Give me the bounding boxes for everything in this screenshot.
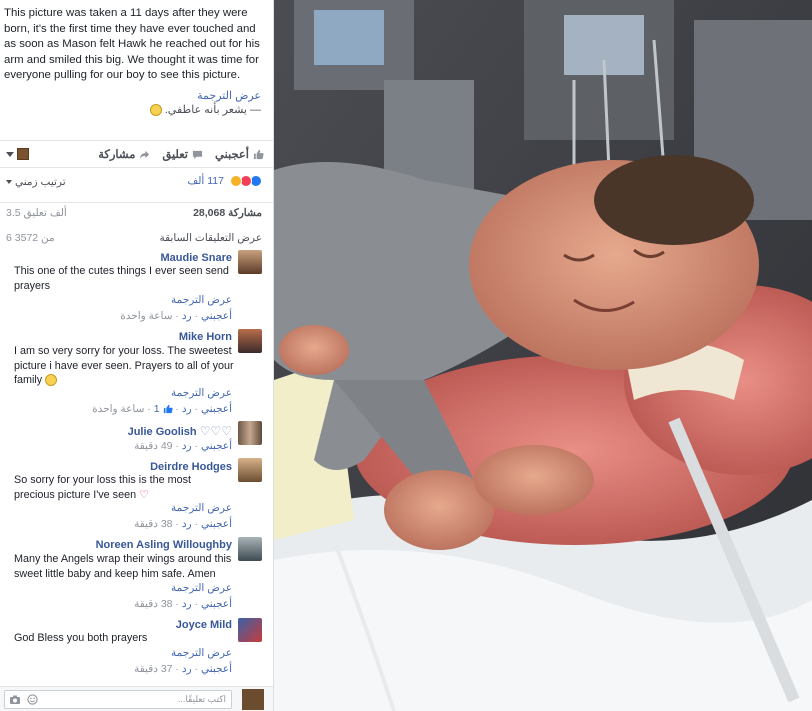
- comment-like-count[interactable]: 1: [151, 403, 173, 415]
- sort-dropdown[interactable]: ترتيب زمني: [6, 176, 66, 188]
- avatar[interactable]: [238, 329, 262, 353]
- sort-label: ترتيب زمني: [15, 176, 66, 188]
- comment-label: تعليق: [162, 149, 188, 161]
- comment-translate-link[interactable]: عرض الترجمة: [171, 294, 232, 306]
- comment-time[interactable]: ساعة واحدة: [120, 310, 172, 322]
- post-text: This picture was taken a 11 days after t…: [4, 7, 260, 82]
- feeling-emoji-icon: [149, 103, 162, 116]
- commenter-name[interactable]: Noreen Asling Willoughby: [96, 539, 232, 551]
- stats-row: 28,068 مشاركة 3.5 ألف تعليق: [0, 202, 273, 220]
- comment-text-body: So sorry for your loss this is the most …: [14, 474, 192, 501]
- share-audience-selector[interactable]: [6, 148, 29, 160]
- smile-emoji-icon: [45, 374, 58, 387]
- comment-time[interactable]: 49 دقيقة: [134, 440, 172, 452]
- comment-count[interactable]: 3.5 ألف تعليق: [6, 207, 67, 219]
- commenter-name[interactable]: Joyce Mild: [176, 619, 232, 631]
- comment-like-link[interactable]: أعجبني: [201, 440, 232, 452]
- comment-like-link[interactable]: أعجبني: [201, 598, 232, 610]
- share-button[interactable]: مشاركة: [98, 147, 150, 161]
- comment-time[interactable]: 38 دقيقة: [134, 598, 172, 610]
- like-icon: [163, 405, 173, 414]
- sad-reaction-icon: [230, 175, 242, 187]
- comment-like-number: 1: [153, 403, 160, 415]
- comment-button[interactable]: تعليق: [162, 147, 203, 161]
- avatar: [242, 689, 264, 710]
- comment-translate-link[interactable]: عرض الترجمة: [171, 387, 232, 399]
- avatar[interactable]: [238, 250, 262, 274]
- post-translate-link[interactable]: عرض الترجمة: [197, 89, 261, 102]
- comment-text: So sorry for your loss this is the most …: [14, 473, 234, 502]
- comment-reply-link[interactable]: رد: [182, 440, 192, 452]
- comment-translate-link[interactable]: عرض الترجمة: [171, 582, 232, 594]
- reaction-summary[interactable]: 117 ألف: [187, 175, 262, 187]
- comment-reply-link[interactable]: رد: [182, 403, 192, 415]
- like-button[interactable]: أعجبني: [215, 147, 264, 161]
- post-photo[interactable]: [274, 0, 812, 711]
- comment-translate-link[interactable]: عرض الترجمة: [171, 502, 232, 514]
- commenter-name-text[interactable]: Julie Goolish: [128, 426, 197, 438]
- comment-time[interactable]: 38 دقيقة: [134, 518, 172, 530]
- post-action-bar: مشاركة تعليق أعجبني: [0, 140, 273, 168]
- comment-text: Many the Angels wrap their wings around …: [14, 553, 232, 580]
- comment-text: God Bless you both prayers: [14, 632, 148, 644]
- comment-reply-link[interactable]: رد: [182, 663, 192, 675]
- commenter-name[interactable]: Deirdre Hodges: [150, 461, 232, 473]
- share-count[interactable]: 28,068 مشاركة: [193, 207, 262, 219]
- post-panel: This picture was taken a 11 days after t…: [0, 0, 274, 711]
- comment-composer: اكتب تعليقًا...: [0, 686, 273, 711]
- comment-meta: أعجبني · رد · 38 دقيقة: [134, 598, 232, 610]
- comment-translate-link[interactable]: عرض الترجمة: [171, 647, 232, 659]
- comment-meta: أعجبني · رد · 49 دقيقة: [134, 440, 232, 452]
- page-avatar: [17, 148, 29, 160]
- comment-reply-link[interactable]: رد: [182, 518, 192, 530]
- like-label: أعجبني: [214, 149, 249, 161]
- comment-input-placeholder: اكتب تعليقًا...: [177, 694, 226, 704]
- comment-like-link[interactable]: أعجبني: [201, 403, 232, 415]
- like-icon: [253, 149, 264, 159]
- heart-icon: ♡: [139, 488, 149, 501]
- composer-tools: [9, 694, 38, 705]
- avatar[interactable]: [238, 421, 262, 445]
- comment-meta: أعجبني · رد · ساعة واحدة: [120, 310, 232, 322]
- commenter-name[interactable]: Maudie Snare: [160, 252, 232, 264]
- comment-icon: [192, 150, 203, 159]
- comment-text: This one of the cutes things I ever seen…: [14, 265, 229, 292]
- avatar[interactable]: [238, 458, 262, 482]
- comment-text: I am so very sorry for your loss. The sw…: [14, 344, 234, 388]
- newborn-twins-photo: [274, 0, 812, 711]
- chevron-down-icon: [6, 180, 12, 184]
- comment-input[interactable]: اكتب تعليقًا...: [4, 690, 232, 709]
- comment-time[interactable]: ساعة واحدة: [92, 403, 144, 415]
- comment-reply-link[interactable]: رد: [182, 310, 192, 322]
- reaction-count: 117 ألف: [187, 175, 224, 187]
- comment-time[interactable]: 37 دقيقة: [134, 663, 172, 675]
- reaction-row: ترتيب زمني 117 ألف: [0, 172, 273, 192]
- comment-like-link[interactable]: أعجبني: [201, 518, 232, 530]
- chevron-down-icon: [6, 151, 14, 157]
- commenter-name[interactable]: Mike Horn: [179, 331, 232, 343]
- camera-icon[interactable]: [9, 694, 21, 705]
- previous-comments-row: عرض التعليقات السابقة 6 من 3572: [0, 230, 273, 246]
- comment-like-link[interactable]: أعجبني: [201, 310, 232, 322]
- comment-reply-link[interactable]: رد: [182, 598, 192, 610]
- post-feeling: — يشعر بأنه عاطفي.: [149, 103, 261, 116]
- comment-meta: أعجبني · رد · 38 دقيقة: [134, 518, 232, 530]
- share-icon: [140, 150, 150, 159]
- comment-meta: أعجبني · رد · 1 · ساعة واحدة: [92, 403, 232, 415]
- emoji-icon[interactable]: [27, 694, 38, 705]
- view-previous-comments-link[interactable]: عرض التعليقات السابقة: [159, 232, 262, 244]
- comment-pager: 6 من 3572: [6, 232, 55, 244]
- comment-like-link[interactable]: أعجبني: [201, 663, 232, 675]
- avatar[interactable]: [238, 618, 262, 642]
- avatar[interactable]: [238, 537, 262, 561]
- commenter-name: Julie Goolish ♡♡♡: [128, 424, 232, 438]
- comment-meta: أعجبني · رد · 37 دقيقة: [134, 663, 232, 675]
- share-label: مشاركة: [98, 149, 136, 161]
- comment-text-hearts: ♡♡♡: [199, 424, 232, 438]
- post-feeling-text: — يشعر بأنه عاطفي.: [164, 104, 261, 116]
